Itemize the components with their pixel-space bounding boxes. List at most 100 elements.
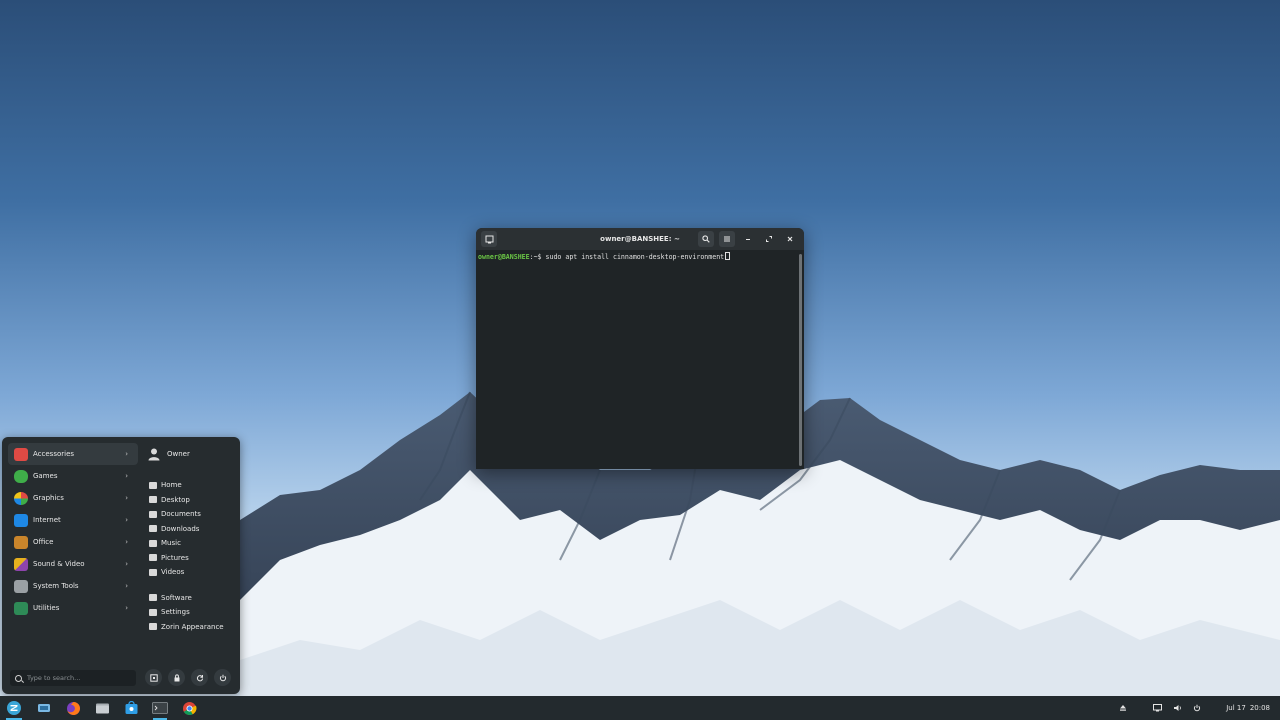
category-list: Accessories › Games › Graphics › Interne… xyxy=(8,443,138,619)
category-label: Sound & Video xyxy=(33,560,85,568)
places-list: Owner Home Desktop Documents Downloads M… xyxy=(147,445,237,634)
place-desktop[interactable]: Desktop xyxy=(147,493,237,508)
session-buttons xyxy=(145,669,231,686)
videos-icon xyxy=(149,568,157,576)
category-label: Internet xyxy=(33,516,61,524)
restart-button[interactable] xyxy=(191,669,208,686)
chrome-icon xyxy=(182,701,196,715)
music-icon xyxy=(149,539,157,547)
chevron-right-icon: › xyxy=(125,560,128,568)
terminal-taskbar-button[interactable] xyxy=(147,696,173,720)
place-label: Desktop xyxy=(161,495,190,504)
clock-date: Jul 17 xyxy=(1226,704,1246,712)
chevron-right-icon: › xyxy=(125,538,128,546)
power-button[interactable] xyxy=(214,669,231,686)
zorin-menu-button[interactable] xyxy=(0,696,28,720)
store-button[interactable] xyxy=(118,696,144,720)
desktop-icon xyxy=(149,496,157,504)
lock-button[interactable] xyxy=(168,669,185,686)
files-icon xyxy=(95,703,109,713)
terminal-window[interactable]: owner@BANSHEE: ~ owner@BANSHEE:~$ sudo a… xyxy=(476,228,804,469)
lock-icon xyxy=(174,673,179,681)
volume-icon[interactable] xyxy=(1172,703,1182,713)
screenshot-button[interactable] xyxy=(145,669,162,686)
search-input[interactable]: Type to search... xyxy=(10,670,136,686)
category-label: Games xyxy=(33,472,58,480)
internet-icon xyxy=(14,513,28,527)
gear-icon xyxy=(149,608,157,616)
utilities-icon xyxy=(14,601,28,615)
search-placeholder: Type to search... xyxy=(27,674,81,682)
minimize-icon xyxy=(746,239,750,240)
power-menu-icon[interactable] xyxy=(1192,703,1202,713)
place-downloads[interactable]: Downloads xyxy=(147,522,237,537)
system-label: Software xyxy=(161,593,192,602)
category-games[interactable]: Games › xyxy=(8,465,138,487)
place-label: Home xyxy=(161,481,182,490)
terminal-icon xyxy=(152,702,168,714)
category-graphics[interactable]: Graphics › xyxy=(8,487,138,509)
system-settings[interactable]: Settings xyxy=(147,605,237,620)
new-tab-button[interactable] xyxy=(481,231,497,247)
taskbar: Jul 17 20:08 xyxy=(0,696,1280,720)
chevron-right-icon: › xyxy=(125,516,128,524)
new-tab-icon xyxy=(485,235,493,243)
files-button[interactable] xyxy=(89,696,115,720)
close-button[interactable] xyxy=(782,231,798,247)
menu-button[interactable] xyxy=(719,231,735,247)
workspaces-button[interactable] xyxy=(31,696,57,720)
place-videos[interactable]: Videos xyxy=(147,565,237,580)
text-cursor xyxy=(725,252,731,260)
firefox-button[interactable] xyxy=(60,696,86,720)
category-label: System Tools xyxy=(33,582,79,590)
accessories-icon xyxy=(14,447,28,461)
eject-icon[interactable] xyxy=(1118,703,1128,713)
category-label: Accessories xyxy=(33,450,75,458)
games-icon xyxy=(14,469,28,483)
screenshot-icon xyxy=(149,673,158,682)
place-label: Music xyxy=(161,539,181,548)
clock-time: 20:08 xyxy=(1249,704,1270,712)
place-music[interactable]: Music xyxy=(147,536,237,551)
system-software[interactable]: Software xyxy=(147,591,237,606)
search-button[interactable] xyxy=(698,231,714,247)
search-icon xyxy=(15,674,22,682)
prompt-user: owner@BANSHEE xyxy=(478,253,530,261)
terminal-scrollbar[interactable] xyxy=(799,254,802,466)
maximize-button[interactable] xyxy=(761,231,777,247)
terminal-header[interactable]: owner@BANSHEE: ~ xyxy=(476,228,804,250)
category-office[interactable]: Office › xyxy=(8,531,138,553)
category-accessories[interactable]: Accessories › xyxy=(8,443,138,465)
system-tools-icon xyxy=(14,579,28,593)
place-home[interactable]: Home xyxy=(147,478,237,493)
place-label: Documents xyxy=(161,510,201,519)
chrome-button[interactable] xyxy=(176,696,202,720)
place-documents[interactable]: Documents xyxy=(147,507,237,522)
graphics-icon xyxy=(14,491,28,505)
user-account[interactable]: Owner xyxy=(147,445,237,463)
category-label: Utilities xyxy=(33,604,60,612)
chevron-right-icon: › xyxy=(125,604,128,612)
user-avatar-icon xyxy=(148,448,160,461)
place-label: Pictures xyxy=(161,553,189,562)
category-system-tools[interactable]: System Tools › xyxy=(8,575,138,597)
category-sound-video[interactable]: Sound & Video › xyxy=(8,553,138,575)
terminal-body[interactable]: owner@BANSHEE:~$ sudo apt install cinnam… xyxy=(476,250,804,469)
prompt-path: :~$ xyxy=(529,253,542,261)
pictures-icon xyxy=(149,554,157,562)
restart-icon xyxy=(196,674,203,681)
place-label: Videos xyxy=(161,568,185,577)
software-store-icon xyxy=(125,701,137,714)
network-icon[interactable] xyxy=(1152,703,1162,713)
workspaces-icon xyxy=(38,704,50,712)
system-zorin-appearance[interactable]: Zorin Appearance xyxy=(147,620,237,635)
place-pictures[interactable]: Pictures xyxy=(147,551,237,566)
category-label: Office xyxy=(33,538,54,546)
zorin-logo-icon xyxy=(7,701,21,715)
hamburger-icon xyxy=(724,236,730,242)
maximize-icon xyxy=(766,236,772,242)
clock[interactable]: Jul 17 20:08 xyxy=(1226,704,1270,712)
minimize-button[interactable] xyxy=(740,231,756,247)
category-internet[interactable]: Internet › xyxy=(8,509,138,531)
category-utilities[interactable]: Utilities › xyxy=(8,597,138,619)
